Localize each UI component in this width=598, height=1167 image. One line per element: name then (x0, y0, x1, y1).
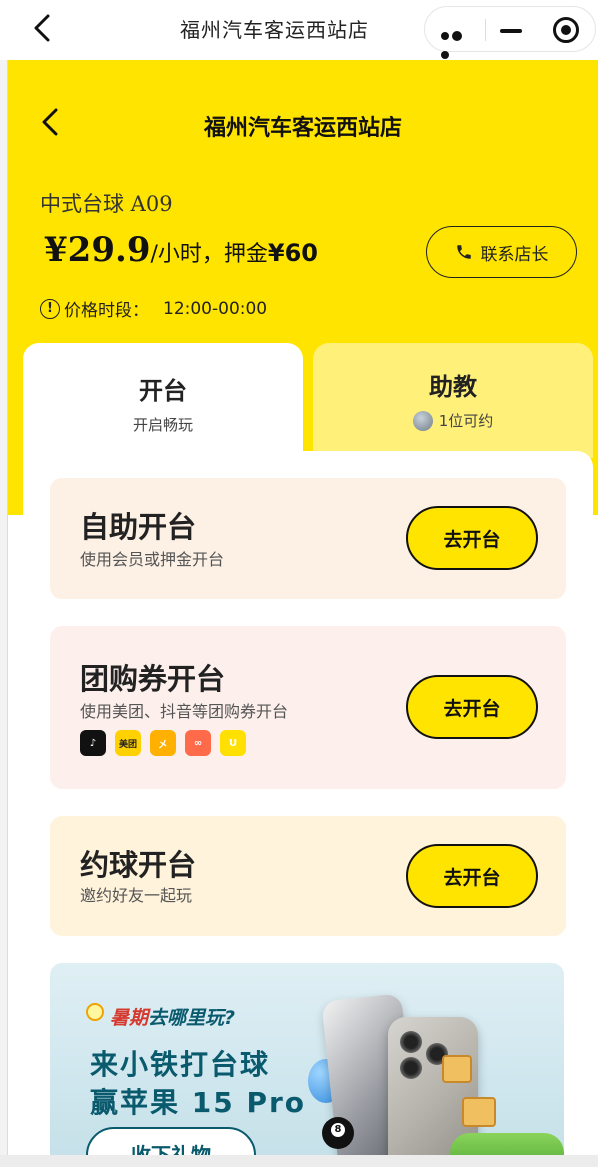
self-service-card: 自助开台 使用会员或押金开台 去开台 (50, 478, 566, 599)
tab-open-sub: 开启畅玩 (132, 416, 193, 434)
tab-coach[interactable]: 助教 1位可约 (313, 343, 593, 458)
self-service-open-button[interactable]: 去开台 (406, 506, 538, 570)
price-row: ¥29.9/小时，押金¥60 (44, 230, 318, 270)
avatar (412, 410, 433, 431)
gift-icon (462, 1097, 496, 1127)
invite-play-card: 约球开台 邀约好友一起玩 去开台 (50, 816, 566, 936)
contact-manager-label: 联系店长 (480, 244, 549, 265)
phone-icon (456, 245, 471, 259)
group-coupon-card: 团购券开台 使用美团、抖音等团购券开台 ♪ 美团 㐅 ∞ U 去开台 (50, 626, 566, 789)
page-title: 福州汽车客运西站店 (203, 116, 402, 141)
back-icon[interactable] (28, 12, 56, 44)
target-close-icon[interactable] (553, 17, 579, 43)
price-time-row: ! 价格时段： 12:00-00:00 (40, 296, 267, 321)
camera-icon (400, 1031, 422, 1053)
table-name: 中式台球 A09 (40, 192, 173, 216)
card-subtitle: 使用美团、抖音等团购券开台 (80, 702, 289, 721)
banner-tag-highlight: 去哪里玩? (148, 1007, 236, 1029)
tab-open-table[interactable]: 开台 开启畅玩 (23, 343, 303, 483)
tab-coach-label: 助教 (429, 373, 477, 401)
meituan-icon: 美团 (115, 730, 141, 756)
card-title: 自助开台 (80, 510, 197, 544)
coach-availability: 1位可约 (438, 412, 494, 430)
smile-icon (86, 1003, 104, 1021)
window-bottom-edge (0, 1155, 598, 1167)
menu-capsule (424, 6, 596, 59)
invite-play-open-button[interactable]: 去开台 (406, 844, 538, 908)
banner-tag-prefix: 暑期 (110, 1007, 149, 1029)
gift-icon (442, 1055, 472, 1083)
card-title: 约球开台 (80, 848, 197, 882)
price-symbol: ¥ (44, 230, 68, 270)
douyin-icon: ♪ (80, 730, 106, 756)
more-dots-icon[interactable] (441, 25, 475, 59)
info-icon: ! (40, 298, 60, 319)
promo-banner[interactable]: 暑期去哪里玩? 来小铁打台球 赢苹果 15 Pro 收下礼物 (50, 963, 564, 1167)
window-title: 福州汽车客运西站店 (180, 18, 369, 42)
time-range: 12:00-00:00 (163, 298, 268, 319)
top-bar: 福州汽车客运西站店 (0, 0, 598, 60)
tab-coach-sub: 1位可约 (313, 410, 593, 431)
tab-open-label: 开台 (139, 377, 187, 405)
platform-a-icon: 㐅 (150, 730, 176, 756)
capsule-divider (485, 19, 486, 41)
price-unit: /小时，押金 (150, 242, 268, 267)
platform-icons: ♪ 美团 㐅 ∞ U (80, 730, 246, 756)
group-coupon-open-button[interactable]: 去开台 (406, 675, 538, 739)
card-title: 团购券开台 (80, 662, 226, 696)
time-label: 价格时段： (64, 301, 149, 321)
window-left-edge (0, 0, 8, 1167)
banner-line-2: 赢苹果 15 Pro (90, 1086, 307, 1119)
banner-line-1: 来小铁打台球 (90, 1048, 271, 1081)
banner-tag: 暑期去哪里玩? (110, 1003, 235, 1030)
card-subtitle: 使用会员或押金开台 (80, 550, 225, 569)
platform-b-icon: ∞ (185, 730, 211, 756)
price-value: 29.9 (67, 230, 151, 270)
platform-c-icon: U (220, 730, 246, 756)
eight-ball-icon (322, 1117, 354, 1149)
camera-icon (400, 1057, 422, 1079)
card-subtitle: 邀约好友一起玩 (80, 886, 193, 905)
minimize-icon[interactable] (500, 29, 522, 33)
contact-manager-button[interactable]: 联系店长 (426, 226, 577, 278)
deposit-value: ¥60 (267, 239, 319, 267)
